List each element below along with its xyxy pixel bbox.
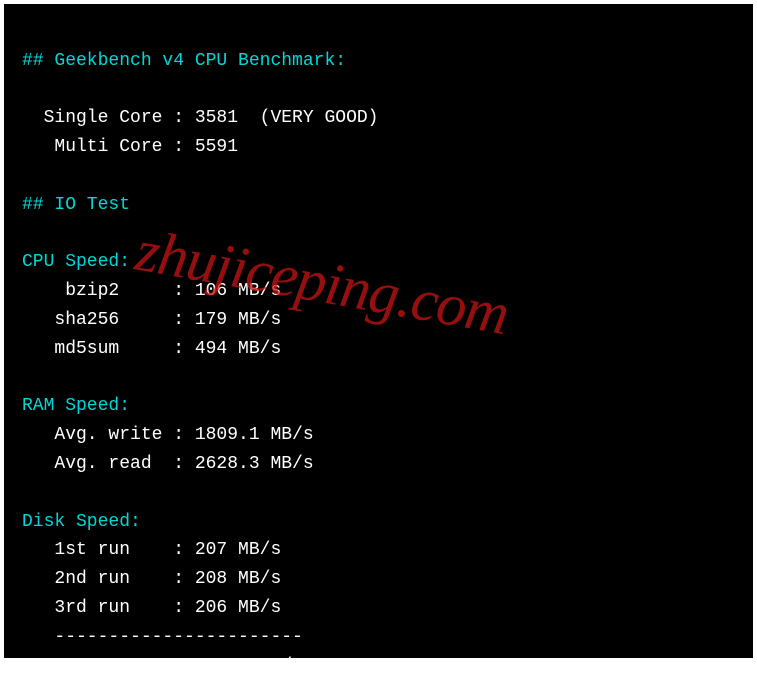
md5sum-label: md5sum : [22,339,195,359]
run1-value: 207 MB/s [195,540,281,560]
single-core-value: 3581 [195,108,238,128]
disk-divider: ----------------------- [22,627,303,647]
avg-write-label: Avg. write : [22,425,195,445]
cpu-speed-heading: CPU Speed: [22,252,130,272]
bzip2-label: bzip2 : [22,281,195,301]
disk-avg-value: 207.0 MB/s [195,656,303,676]
avg-write-value: 1809.1 MB/s [195,425,314,445]
disk-speed-heading: Disk Speed: [22,512,141,532]
ram-speed-heading: RAM Speed: [22,396,130,416]
multi-core-label: Multi Core : [22,137,195,157]
terminal-output: ## Geekbench v4 CPU Benchmark: Single Co… [4,4,753,658]
avg-read-label: Avg. read : [22,454,195,474]
run2-value: 208 MB/s [195,569,281,589]
run2-label: 2nd run : [22,569,195,589]
run3-value: 206 MB/s [195,598,281,618]
sha256-label: sha256 : [22,310,195,330]
disk-avg-label: Average : [22,656,195,676]
run3-label: 3rd run : [22,598,195,618]
avg-read-value: 2628.3 MB/s [195,454,314,474]
sha256-value: 179 MB/s [195,310,281,330]
single-core-rating: (VERY GOOD) [238,108,378,128]
multi-core-value: 5591 [195,137,238,157]
run1-label: 1st run : [22,540,195,560]
io-test-heading: ## IO Test [22,195,130,215]
md5sum-value: 494 MB/s [195,339,281,359]
single-core-label: Single Core : [22,108,195,128]
geekbench-heading: ## Geekbench v4 CPU Benchmark: [22,51,346,71]
bzip2-value: 106 MB/s [195,281,281,301]
